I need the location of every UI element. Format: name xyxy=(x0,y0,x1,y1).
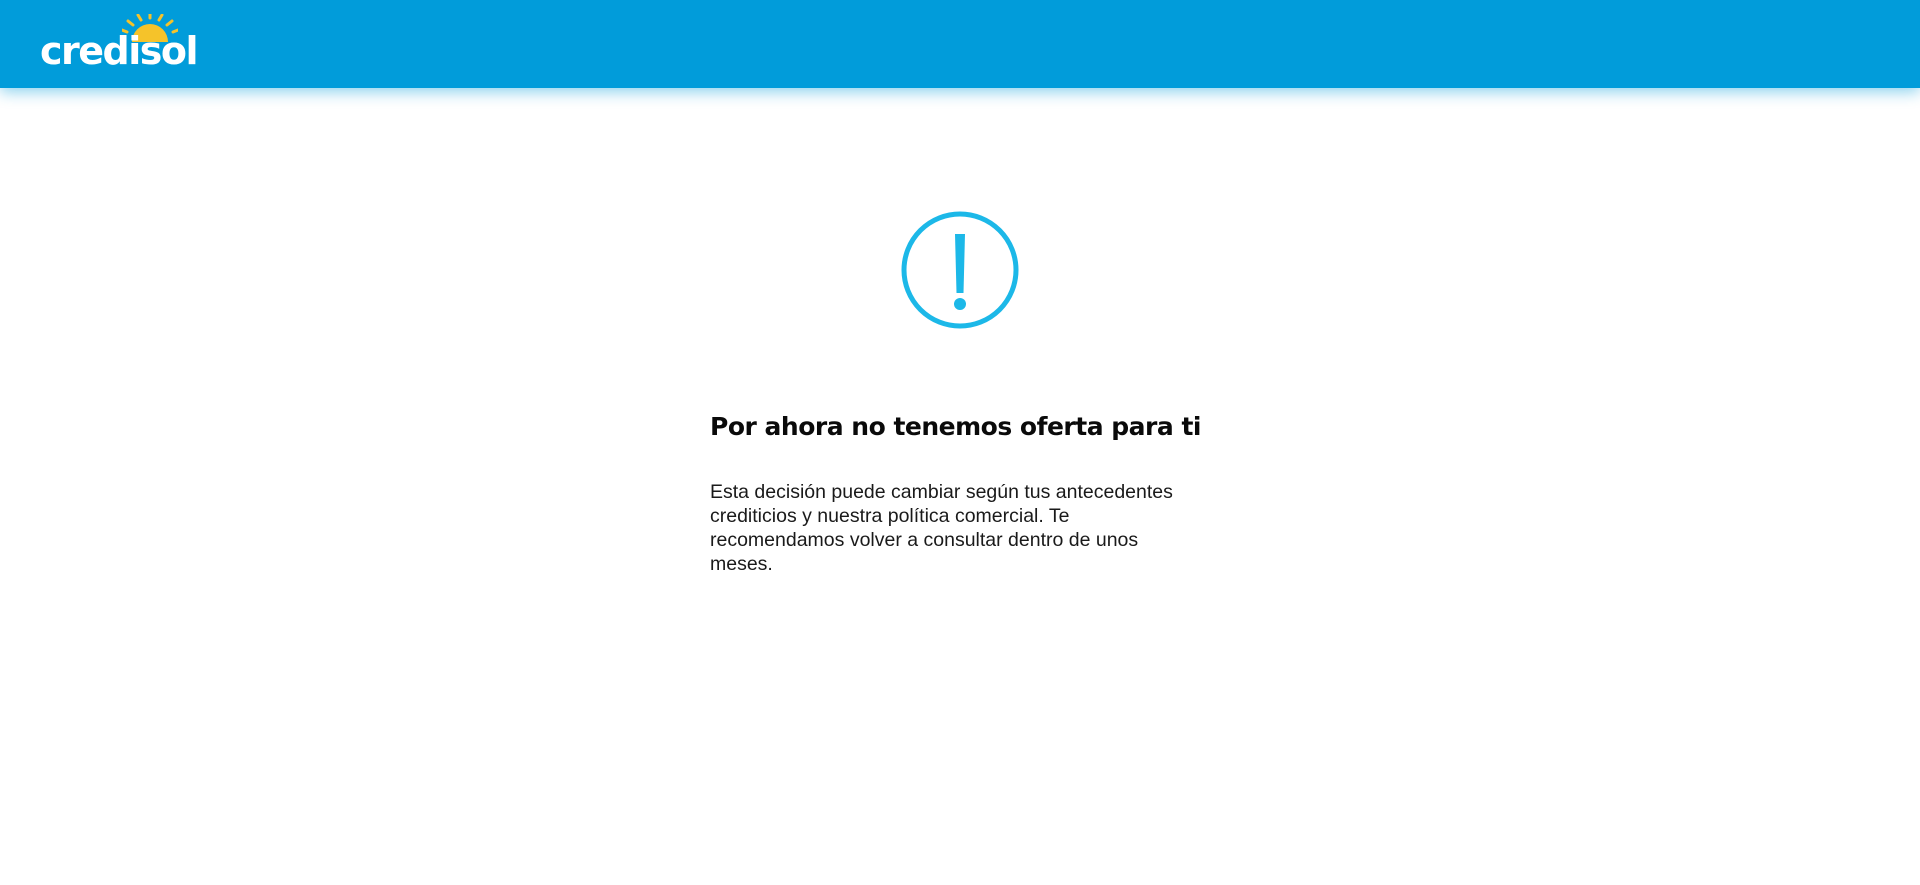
message-description: Esta decisión puede cambiar según tus an… xyxy=(710,481,1173,575)
exclamation-circle-icon xyxy=(901,211,1019,329)
top-header: credisol xyxy=(0,0,1920,88)
page-title: Por ahora no tenemos oferta para ti xyxy=(710,412,1201,441)
credisol-logo[interactable]: credisol xyxy=(40,14,199,74)
brand-wordmark: credisol xyxy=(40,29,199,73)
